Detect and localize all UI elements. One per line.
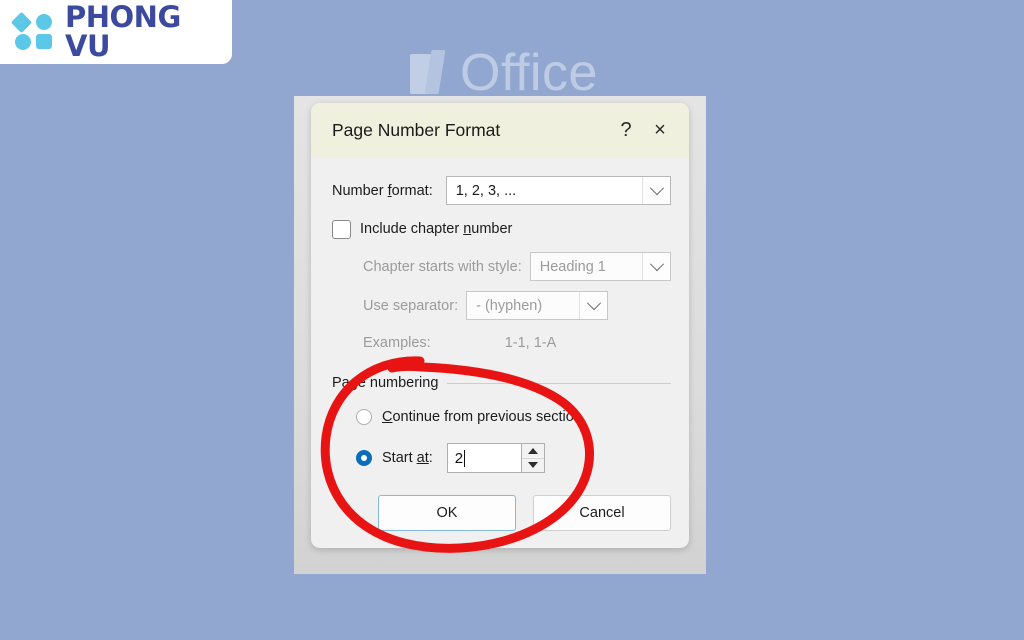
chevron-down-icon — [642, 253, 670, 280]
chevron-down-icon[interactable] — [642, 177, 670, 204]
number-format-row: Number format: 1, 2, 3, ... — [332, 174, 671, 207]
close-icon[interactable]: × — [643, 114, 677, 148]
start-at-radio[interactable] — [356, 450, 372, 466]
dialog-titlebar: Page Number Format ? × — [311, 103, 689, 158]
start-at-row[interactable]: Start at: 2 — [332, 442, 671, 474]
dialog-footer: OK Cancel — [311, 495, 689, 531]
include-chapter-number-label: Include chapter number — [360, 221, 513, 237]
office-watermark-text: Office — [460, 44, 598, 102]
chapter-style-combobox: Heading 1 — [529, 252, 671, 281]
diamond-shape — [10, 11, 33, 34]
number-format-combobox[interactable]: 1, 2, 3, ... — [445, 176, 671, 205]
brand-name: PHONG VU — [65, 0, 181, 63]
examples-label: Examples: — [363, 334, 431, 351]
office-watermark: Office — [408, 47, 598, 99]
start-at-field[interactable]: 2 — [446, 443, 545, 473]
page-numbering-group-label: Page numbering — [332, 375, 439, 391]
triangle-up-icon[interactable] — [521, 444, 544, 459]
group-divider — [447, 382, 671, 384]
examples-row: Examples: 1-1, 1-A — [332, 326, 671, 359]
dialog-outer-frame: Page Number Format ? × Number format: 1,… — [294, 96, 706, 574]
circle-shape — [15, 34, 31, 50]
triangle-down-icon[interactable] — [522, 459, 544, 473]
continue-from-previous-label: Continue from previous section — [382, 408, 582, 425]
use-separator-combobox: - (hyphen) — [466, 291, 609, 320]
start-at-label: Start at: — [382, 450, 433, 466]
start-at-input[interactable]: 2 — [446, 443, 521, 473]
chapter-style-label: Chapter starts with style: — [363, 258, 522, 275]
continue-from-previous-radio[interactable] — [356, 408, 372, 425]
start-at-value: 2 — [454, 449, 464, 467]
chapter-style-row: Chapter starts with style: Heading 1 — [332, 250, 671, 283]
use-separator-value: - (hyphen) — [476, 297, 543, 314]
phong-vu-mark-icon — [10, 11, 56, 50]
text-caret — [464, 449, 466, 467]
dialog-title: Page Number Format — [332, 120, 501, 140]
chevron-down-icon — [579, 292, 608, 319]
number-format-value: 1, 2, 3, ... — [455, 182, 517, 199]
circle-shape — [36, 14, 52, 30]
continue-from-previous-row[interactable]: Continue from previous section — [332, 400, 671, 433]
use-separator-label: Use separator: — [363, 297, 459, 314]
cancel-button[interactable]: Cancel — [533, 495, 671, 531]
start-at-stepper[interactable] — [520, 443, 545, 473]
brand-logo-card: PHONG VU — [0, 0, 232, 64]
examples-value: 1-1, 1-A — [504, 334, 557, 351]
page-numbering-group-header: Page numbering — [332, 373, 671, 393]
page-number-format-dialog: Page Number Format ? × Number format: 1,… — [311, 103, 689, 548]
number-format-label: Number format: — [332, 182, 433, 199]
page-numbering-group: Page numbering Continue from previous se… — [332, 373, 671, 474]
use-separator-row: Use separator: - (hyphen) — [332, 289, 671, 322]
include-chapter-number-row[interactable]: Include chapter number — [332, 212, 671, 246]
chapter-style-value: Heading 1 — [539, 258, 606, 275]
include-chapter-number-checkbox[interactable] — [332, 219, 351, 239]
office-logo-icon — [408, 50, 446, 96]
help-icon[interactable]: ? — [609, 114, 643, 148]
ok-button[interactable]: OK — [378, 495, 516, 531]
rounded-square-shape — [36, 34, 52, 49]
dialog-body: Number format: 1, 2, 3, ... Include chap… — [311, 158, 689, 474]
